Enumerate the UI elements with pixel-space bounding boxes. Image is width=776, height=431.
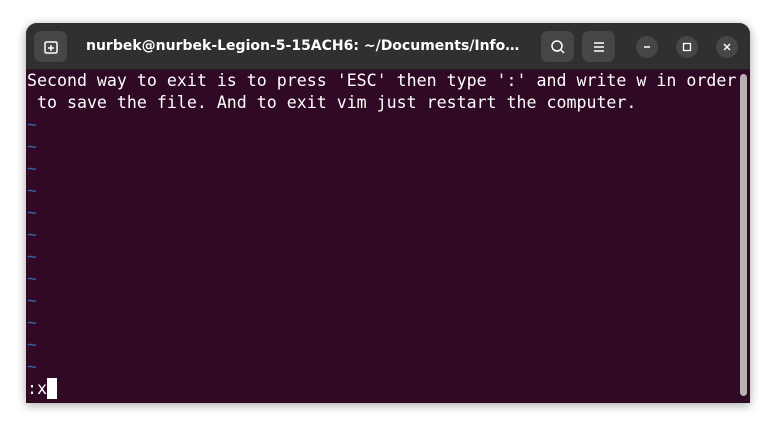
maximize-button[interactable] — [676, 36, 698, 58]
command-text: :x — [27, 379, 47, 398]
minimize-icon — [644, 46, 650, 48]
terminal-area[interactable]: Second way to exit is to press 'ESC' the… — [26, 70, 750, 403]
empty-line-tilde: ~ — [27, 269, 37, 288]
empty-line-tilde: ~ — [27, 225, 37, 244]
vim-text-line: Second way to exit is to press 'ESC' the… — [27, 71, 737, 90]
empty-line-tilde: ~ — [27, 159, 37, 178]
terminal-window: nurbek@nurbek-Legion-5-15ACH6: ~/Documen… — [26, 23, 750, 403]
minimize-button[interactable] — [636, 36, 658, 58]
empty-line-tilde: ~ — [27, 357, 37, 376]
close-icon — [723, 43, 731, 51]
new-tab-icon — [43, 40, 58, 54]
empty-line-tilde: ~ — [27, 181, 37, 200]
empty-line-tilde: ~ — [27, 203, 37, 222]
search-button[interactable] — [541, 31, 574, 62]
vim-text-line: to save the file. And to exit vim just r… — [27, 93, 637, 112]
search-icon — [550, 39, 565, 54]
empty-line-tilde: ~ — [27, 335, 37, 354]
close-button[interactable] — [716, 36, 738, 58]
text-cursor — [46, 378, 57, 399]
command-line[interactable]: :x — [27, 378, 57, 400]
empty-line-tilde: ~ — [27, 115, 37, 134]
empty-line-tilde: ~ — [27, 247, 37, 266]
maximize-icon — [682, 42, 692, 52]
new-tab-button[interactable] — [34, 31, 67, 62]
empty-line-tilde: ~ — [27, 313, 37, 332]
scrollbar[interactable] — [740, 74, 747, 396]
empty-line-tilde: ~ — [27, 137, 37, 156]
window-title: nurbek@nurbek-Legion-5-15ACH6: ~/Documen… — [86, 38, 526, 54]
title-bar: nurbek@nurbek-Legion-5-15ACH6: ~/Documen… — [26, 23, 750, 70]
hamburger-menu-icon — [593, 41, 604, 52]
menu-button[interactable] — [582, 31, 615, 62]
empty-line-tilde: ~ — [27, 291, 37, 310]
